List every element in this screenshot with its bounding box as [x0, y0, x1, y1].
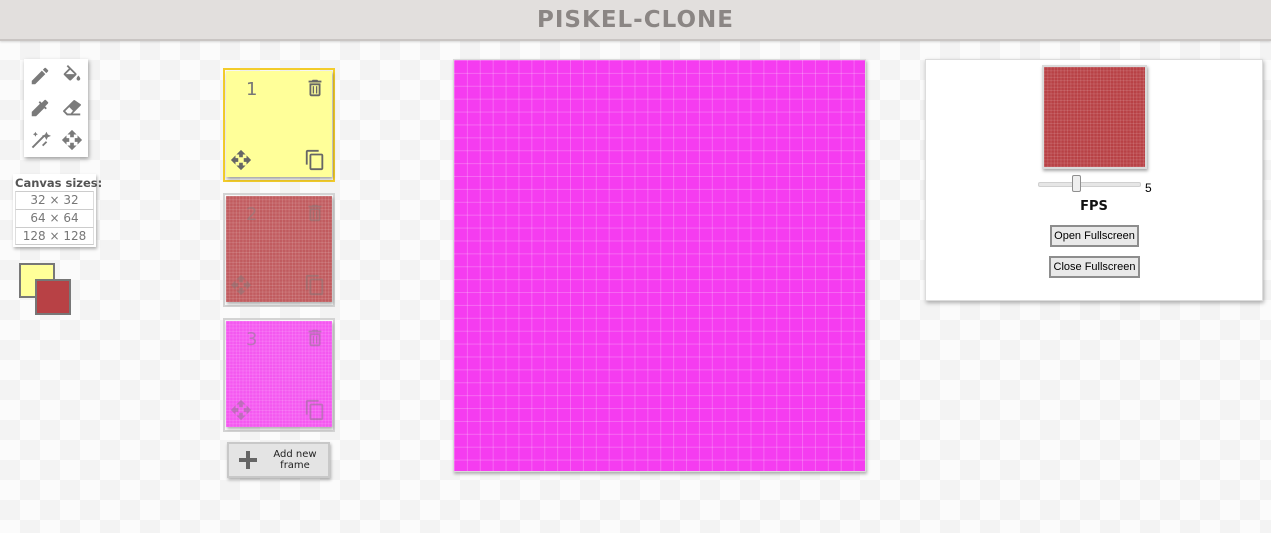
drawing-canvas[interactable]	[453, 59, 866, 472]
eraser-icon	[63, 99, 81, 116]
canvas-size-128-button[interactable]: 128 × 128	[15, 227, 94, 245]
trash-icon	[308, 204, 322, 222]
frame-thumbnail[interactable]: 2	[223, 193, 335, 307]
move-tool-button[interactable]	[56, 124, 88, 156]
frame-preview: 1	[226, 71, 332, 177]
move-icon	[230, 149, 252, 171]
delete-frame-button[interactable]	[304, 77, 326, 99]
copy-icon	[305, 149, 324, 171]
animation-preview	[1042, 65, 1147, 169]
color-picker-icon	[31, 99, 49, 117]
move-icon	[61, 129, 83, 151]
secondary-color-swatch[interactable]	[35, 279, 71, 315]
close-fullscreen-button[interactable]: Close Fullscreen	[1049, 256, 1140, 278]
paint-bucket-tool-button[interactable]	[56, 60, 88, 92]
fps-slider-track[interactable]	[1038, 182, 1141, 187]
fps-slider-thumb[interactable]	[1072, 175, 1082, 192]
app-title: PISKEL-CLONE	[537, 6, 734, 33]
frame-number: 3	[246, 329, 258, 350]
fps-value: 5	[1145, 181, 1152, 195]
move-icon	[230, 399, 252, 421]
canvas-sizes-title: Canvas sizes:	[15, 176, 103, 190]
delete-frame-button[interactable]	[304, 327, 326, 349]
frame-number: 1	[246, 79, 258, 100]
fps-label: FPS	[1080, 199, 1108, 214]
animation-preview-panel: 5 FPS Open Fullscreen Close Fullscreen	[925, 59, 1263, 301]
drag-frame-handle[interactable]	[230, 274, 252, 296]
move-icon	[230, 274, 252, 296]
duplicate-frame-button[interactable]	[304, 399, 326, 421]
frame-thumbnail[interactable]: 3	[223, 318, 335, 432]
pencil-tool-button[interactable]	[24, 60, 56, 92]
canvas-size-32-button[interactable]: 32 × 32	[15, 191, 94, 209]
frame-preview: 2	[226, 196, 332, 302]
copy-icon	[305, 274, 324, 296]
eraser-tool-button[interactable]	[56, 92, 88, 124]
open-fullscreen-button[interactable]: Open Fullscreen	[1050, 225, 1139, 247]
frame-number: 2	[246, 204, 258, 225]
plus-icon	[229, 450, 267, 470]
pencil-icon	[31, 67, 49, 85]
color-picker-tool-button[interactable]	[24, 92, 56, 124]
frame-preview: 3	[226, 321, 332, 427]
duplicate-frame-button[interactable]	[304, 274, 326, 296]
magic-wand-tool-button[interactable]	[24, 124, 56, 156]
drag-frame-handle[interactable]	[230, 149, 252, 171]
frame-thumbnail[interactable]: 1	[223, 68, 335, 182]
copy-icon	[305, 399, 324, 421]
add-new-frame-label: Add new frame	[273, 449, 317, 471]
canvas-size-64-button[interactable]: 64 × 64	[15, 209, 94, 227]
magic-wand-icon	[31, 131, 51, 149]
delete-frame-button[interactable]	[304, 202, 326, 224]
trash-icon	[308, 79, 322, 97]
drag-frame-handle[interactable]	[230, 399, 252, 421]
app-header: PISKEL-CLONE	[0, 0, 1271, 41]
trash-icon	[308, 329, 322, 347]
toolbox	[24, 59, 88, 157]
canvas-sizes-panel: Canvas sizes: 32 × 32 64 × 64 128 × 128	[13, 174, 103, 247]
duplicate-frame-button[interactable]	[304, 149, 326, 171]
paint-bucket-icon	[63, 65, 81, 81]
add-new-frame-button[interactable]: Add new frame	[227, 442, 330, 478]
